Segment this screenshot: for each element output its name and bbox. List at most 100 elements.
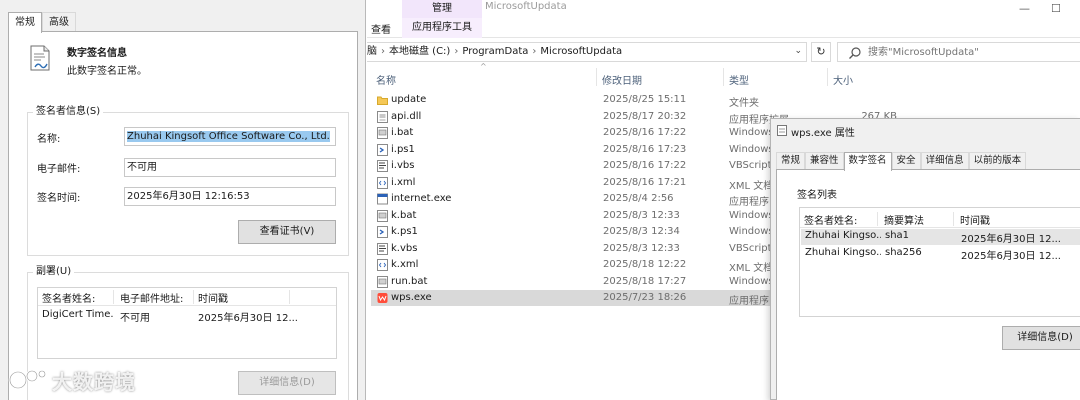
col-signer-name[interactable]: 签名者姓名: xyxy=(800,212,878,227)
tab-advanced[interactable]: 高级 xyxy=(42,12,76,32)
email-label: 电子邮件: xyxy=(37,164,81,175)
dialog-tabs: 常规 高级 xyxy=(8,12,76,33)
col-digest-algorithm[interactable]: 摘要算法 xyxy=(880,212,954,227)
file-type: XML 文档 xyxy=(729,263,774,274)
minimize-icon[interactable]: — xyxy=(1019,2,1030,15)
tab-digital-signatures[interactable]: 数字签名 xyxy=(843,152,892,171)
ribbon: 管理 应用程序工具 查看 MicrosoftUpdata — ☐ xyxy=(367,0,1080,38)
chevron-right-icon[interactable]: › xyxy=(532,46,536,57)
email-field[interactable]: 不可用 xyxy=(124,158,336,177)
file-name: internet.exe xyxy=(391,193,452,204)
breadcrumb-programdata[interactable]: ProgramData xyxy=(462,46,528,57)
column-divider[interactable] xyxy=(596,68,597,86)
window-title: MicrosoftUpdata xyxy=(485,1,567,12)
name-value: Zhuhai Kingsoft Office Software Co., Ltd… xyxy=(127,131,330,142)
column-divider[interactable] xyxy=(723,68,724,86)
general-page: 数字签名信息 此数字签名正常。 签名者信息(S) 名称: Zhuhai King… xyxy=(8,31,358,400)
file-date: 2025/8/3 12:33 xyxy=(603,209,680,221)
tab-application-tools[interactable]: 应用程序工具 xyxy=(402,18,482,38)
file-type: Windows xyxy=(729,275,774,287)
file-type: 应用程序 xyxy=(729,197,769,208)
column-date[interactable]: 修改日期 xyxy=(602,72,642,87)
breadcrumb-microsoftupdata[interactable]: MicrosoftUpdata xyxy=(540,46,622,57)
column-size[interactable]: 大小 xyxy=(833,72,853,87)
signature-status: 此数字签名正常。 xyxy=(67,66,147,77)
signature-details-dialog: 常规 高级 数字签名信息 此数字签名正常。 签名者信息(S) 名称: Zhuha… xyxy=(0,0,366,400)
details-button[interactable]: 详细信息(D) xyxy=(238,371,336,395)
info-title: 数字签名信息 xyxy=(67,48,127,59)
file-date: 2025/8/18 12:22 xyxy=(603,259,687,270)
certificate-icon xyxy=(30,45,50,71)
tab-compatibility[interactable]: 兼容性 xyxy=(805,152,844,169)
manage-tab-header[interactable]: 管理 xyxy=(402,0,482,18)
signer-group-label: 签名者信息(S) xyxy=(33,106,104,118)
file-date: 2025/8/16 17:23 xyxy=(603,143,687,155)
tab-previous-versions[interactable]: 以前的版本 xyxy=(968,152,1027,169)
file-date: 2025/8/3 12:33 xyxy=(603,242,680,254)
signature-list-header: 签名者姓名: 摘要算法 时间戳 xyxy=(800,208,1080,228)
file-name: api.dll xyxy=(391,110,422,122)
name-label: 名称: xyxy=(37,134,61,145)
chevron-right-icon[interactable]: › xyxy=(454,46,458,57)
properties-tabs: 常规 兼容性 数字签名 安全 详细信息 以前的版本 xyxy=(776,152,1027,171)
timestamp: 2025年6月30日 12... xyxy=(961,234,1061,245)
refresh-icon: ↻ xyxy=(816,45,826,58)
file-name: update xyxy=(391,94,427,105)
digest-algorithm: sha1 xyxy=(885,230,910,241)
breadcrumb-computer[interactable]: 脑 xyxy=(367,46,377,57)
file-date: 2025/8/16 17:22 xyxy=(603,127,687,138)
tab-general[interactable]: 常规 xyxy=(776,152,806,169)
countersignature-list[interactable]: 签名者姓名: 电子邮件地址: 时间戳 DigiCert Time... 不可用 … xyxy=(37,287,337,359)
details-button[interactable]: 详细信息(D) xyxy=(1002,326,1080,350)
column-name[interactable]: 名称 xyxy=(376,72,396,87)
properties-title: wps.exe 属性 xyxy=(791,128,855,139)
file-name: k.ps1 xyxy=(391,226,418,237)
file-date: 2025/8/17 20:32 xyxy=(603,110,687,122)
countersignature-group-label: 副署(U) xyxy=(33,266,75,278)
digest-algorithm: sha256 xyxy=(885,247,922,258)
file-row[interactable]: update 2025/8/25 15:11 文件夹 xyxy=(371,92,1076,109)
chevron-down-icon[interactable]: ⌄ xyxy=(794,46,802,56)
file-date: 2025/8/3 12:34 xyxy=(603,226,680,237)
signature-list[interactable]: 签名者姓名: 摘要算法 时间戳 Zhuhai Kingso... sha1 20… xyxy=(799,207,1080,317)
col-signer-name[interactable]: 签名者姓名: xyxy=(38,290,114,305)
maximize-icon[interactable]: ☐ xyxy=(1051,2,1061,15)
file-date: 2025/7/23 18:26 xyxy=(603,292,687,303)
table-row[interactable]: Zhuhai Kingso... sha256 2025年6月30日 12... xyxy=(801,246,1080,262)
search-box[interactable] xyxy=(837,42,1080,62)
name-field[interactable]: Zhuhai Kingsoft Office Software Co., Ltd… xyxy=(124,127,336,146)
search-input[interactable] xyxy=(868,44,1068,60)
watermark: 大数跨境 xyxy=(8,366,136,394)
file-name: i.bat xyxy=(391,127,414,138)
countersigner-name: DigiCert Time... xyxy=(42,309,114,320)
wps-properties-dialog: wps.exe 属性 常规 兼容性 数字签名 安全 详细信息 以前的版本 签名列… xyxy=(770,118,1080,400)
col-email[interactable]: 电子邮件地址: xyxy=(116,290,194,305)
breadcrumb-local-disk[interactable]: 本地磁盘 (C:) xyxy=(389,46,450,57)
column-type[interactable]: 类型 xyxy=(729,72,749,87)
file-type: VBScript xyxy=(729,242,772,254)
col-timestamp[interactable]: 时间戳 xyxy=(956,212,1080,227)
tab-details[interactable]: 详细信息 xyxy=(920,152,969,169)
file-date: 2025/8/16 17:21 xyxy=(603,176,687,188)
column-divider[interactable] xyxy=(827,68,828,86)
tab-general[interactable]: 常规 xyxy=(8,12,42,33)
signer-info-group: 签名者信息(S) 名称: Zhuhai Kingsoft Office Soft… xyxy=(27,106,349,256)
signer-name: Zhuhai Kingso... xyxy=(805,247,881,258)
tab-view[interactable]: 查看 xyxy=(371,21,391,36)
col-timestamp[interactable]: 时间戳 xyxy=(194,290,290,305)
timestamp: 2025年6月30日 12... xyxy=(961,251,1061,262)
file-date: 2025/8/4 2:56 xyxy=(603,193,674,204)
view-certificate-button[interactable]: 查看证书(V) xyxy=(238,220,336,244)
table-row[interactable]: Zhuhai Kingso... sha1 2025年6月30日 12... xyxy=(801,229,1080,245)
address-bar[interactable]: 脑 › 本地磁盘 (C:) › ProgramData › MicrosoftUpdata … xyxy=(367,42,807,62)
file-type: 应用程序 xyxy=(729,296,769,307)
file-name: k.xml xyxy=(391,259,419,270)
chevron-right-icon[interactable]: › xyxy=(381,46,385,57)
signing-time-label: 签名时间: xyxy=(37,193,81,204)
signing-time-field[interactable]: 2025年6月30日 12:16:53 xyxy=(124,187,336,206)
file-name: run.bat xyxy=(391,275,428,287)
refresh-button[interactable]: ↻ xyxy=(811,42,831,62)
tab-security[interactable]: 安全 xyxy=(891,152,921,169)
properties-icon xyxy=(777,125,787,136)
file-type: Windows xyxy=(729,226,774,237)
